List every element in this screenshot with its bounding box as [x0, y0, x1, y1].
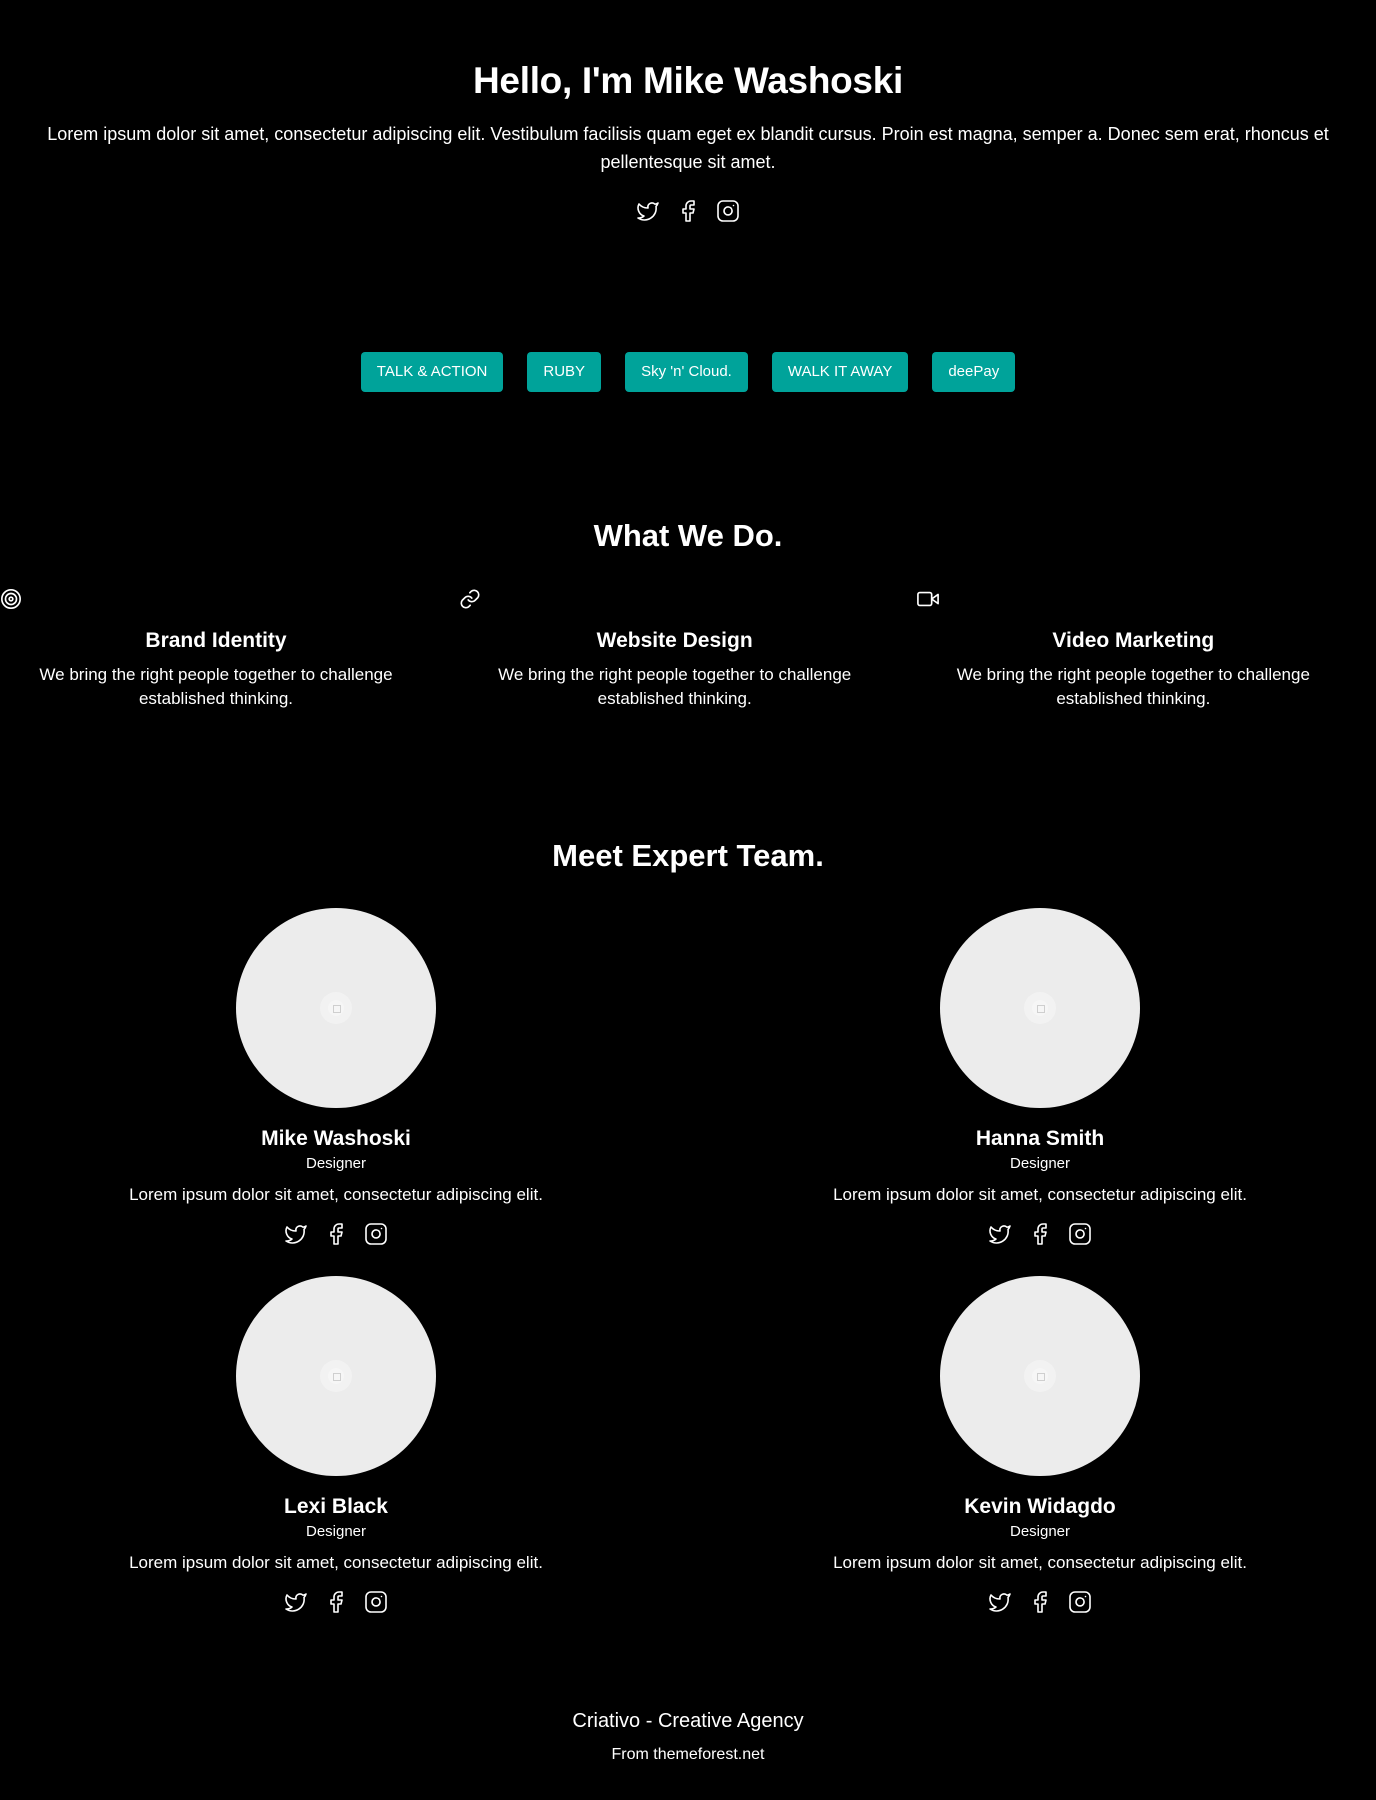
service-text: We bring the right people together to ch… — [39, 665, 393, 708]
avatar — [236, 908, 436, 1108]
member-role: Designer — [1009, 1155, 1071, 1172]
team-member-card: Lexi Black Designer Lorem ipsum dolor si… — [100, 1276, 572, 1614]
service-text: We bring the right people together to ch… — [956, 665, 1310, 708]
service-title: Brand Identity — [145, 629, 287, 652]
facebook-icon[interactable] — [1028, 1222, 1052, 1246]
member-name: Mike Washoski — [261, 1127, 411, 1150]
tag-walk-it-away[interactable]: WALK IT AWAY — [771, 352, 909, 392]
member-role: Designer — [1009, 1523, 1071, 1540]
twitter-icon[interactable] — [284, 1590, 308, 1614]
team-member-card: Mike Washoski Designer Lorem ipsum dolor… — [100, 908, 572, 1246]
tag-ruby[interactable]: RUBY — [527, 352, 602, 392]
link-icon — [459, 588, 483, 612]
hero-social-links — [0, 199, 1376, 223]
services-title: What We Do. — [593, 518, 783, 553]
hero-title: Hello, I'm Mike Washoski — [473, 60, 903, 101]
member-name: Lexi Black — [284, 1495, 388, 1518]
facebook-icon[interactable] — [324, 1222, 348, 1246]
service-title: Website Design — [596, 629, 753, 652]
member-social-links — [100, 1590, 572, 1614]
member-name: Hanna Smith — [975, 1127, 1105, 1150]
footer-title: Criativo - Creative Agency — [572, 1710, 804, 1732]
service-title: Video Marketing — [1052, 629, 1215, 652]
member-social-links — [804, 1222, 1276, 1246]
twitter-icon[interactable] — [284, 1222, 308, 1246]
member-role: Designer — [305, 1523, 367, 1540]
service-text: We bring the right people together to ch… — [498, 665, 852, 708]
tag-talk-action[interactable]: TALK & ACTION — [360, 352, 504, 392]
member-social-links — [804, 1590, 1276, 1614]
instagram-icon[interactable] — [364, 1222, 388, 1246]
instagram-icon[interactable] — [1068, 1590, 1092, 1614]
hero-description: Lorem ipsum dolor sit amet, consectetur … — [47, 124, 1329, 172]
member-bio: Lorem ipsum dolor sit amet, consectetur … — [129, 1553, 543, 1572]
tag-deepay[interactable]: deePay — [932, 352, 1016, 392]
team-member-card: Kevin Widagdo Designer Lorem ipsum dolor… — [804, 1276, 1276, 1614]
footer-subtitle: From themeforest.net — [611, 1746, 765, 1763]
instagram-icon[interactable] — [716, 199, 740, 223]
instagram-icon[interactable] — [1068, 1222, 1092, 1246]
image-placeholder-icon — [328, 1000, 344, 1016]
video-icon — [917, 588, 941, 612]
facebook-icon[interactable] — [324, 1590, 348, 1614]
target-icon — [0, 588, 24, 612]
member-bio: Lorem ipsum dolor sit amet, consectetur … — [833, 1553, 1247, 1572]
team-title: Meet Expert Team. — [552, 838, 824, 873]
avatar — [940, 908, 1140, 1108]
member-name: Kevin Widagdo — [964, 1495, 1116, 1518]
instagram-icon[interactable] — [364, 1590, 388, 1614]
twitter-icon[interactable] — [636, 199, 660, 223]
team-member-card: Hanna Smith Designer Lorem ipsum dolor s… — [804, 908, 1276, 1246]
tag-sky-n-cloud[interactable]: Sky 'n' Cloud. — [625, 352, 748, 392]
image-placeholder-icon — [328, 1368, 344, 1384]
avatar — [236, 1276, 436, 1476]
tag-buttons: TALK & ACTION RUBY Sky 'n' Cloud. WALK I… — [0, 352, 1376, 392]
member-bio: Lorem ipsum dolor sit amet, consectetur … — [129, 1185, 543, 1204]
facebook-icon[interactable] — [676, 199, 700, 223]
member-bio: Lorem ipsum dolor sit amet, consectetur … — [833, 1185, 1247, 1204]
twitter-icon[interactable] — [988, 1590, 1012, 1614]
avatar — [940, 1276, 1140, 1476]
facebook-icon[interactable] — [1028, 1590, 1052, 1614]
member-social-links — [100, 1222, 572, 1246]
image-placeholder-icon — [1032, 1000, 1048, 1016]
member-role: Designer — [305, 1155, 367, 1172]
image-placeholder-icon — [1032, 1368, 1048, 1384]
twitter-icon[interactable] — [988, 1222, 1012, 1246]
